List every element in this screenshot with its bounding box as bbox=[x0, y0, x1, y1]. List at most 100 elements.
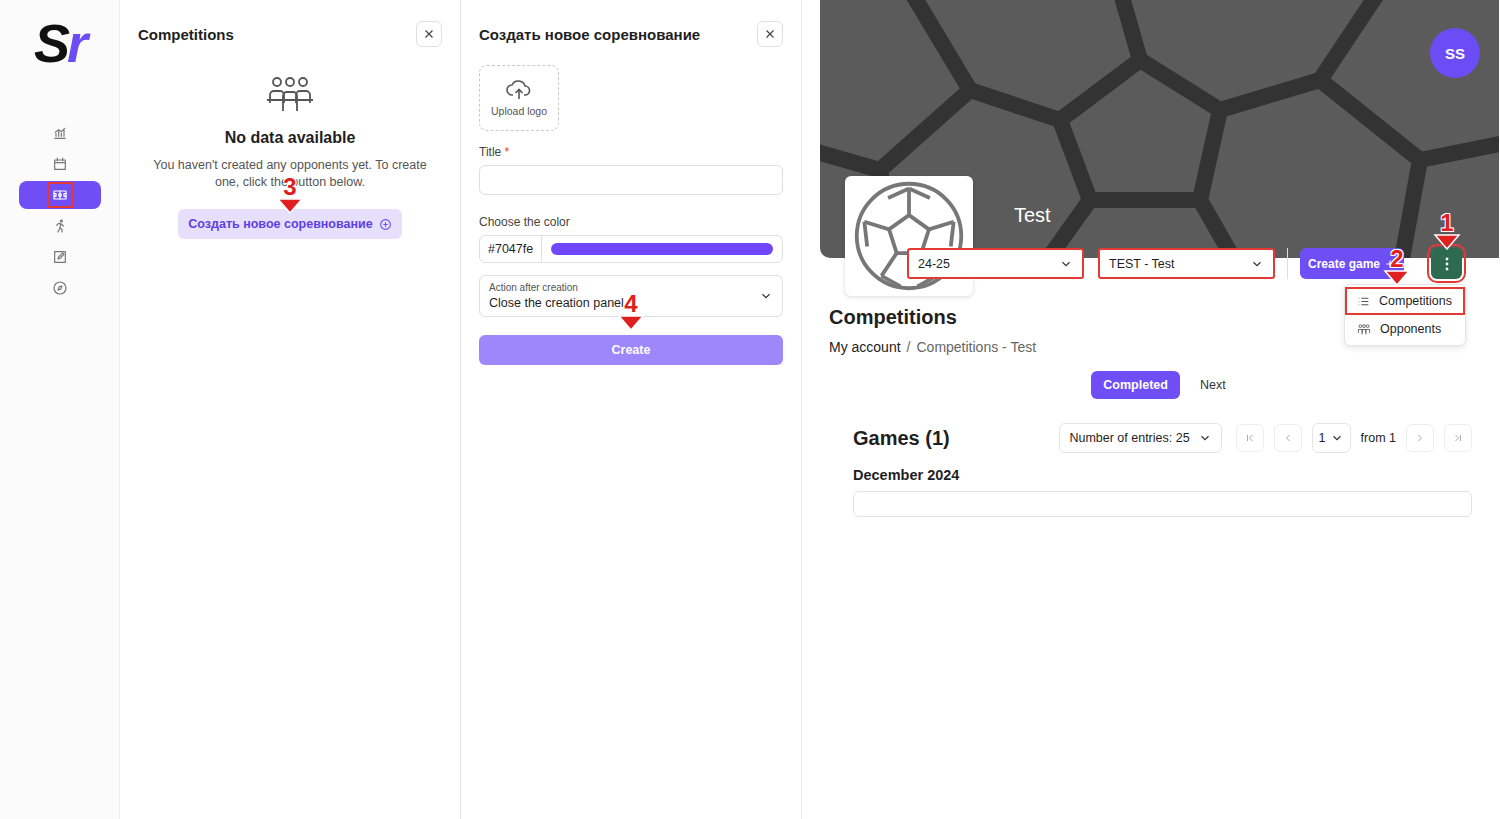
upload-logo[interactable]: Upload logo bbox=[479, 65, 559, 131]
list-icon bbox=[1357, 295, 1370, 308]
create-competition-panel: Создать новое соревнование Upload logo T… bbox=[461, 0, 802, 819]
menu-item[interactable]: Competitions bbox=[1345, 287, 1465, 315]
chevron-down-icon bbox=[1330, 431, 1344, 445]
runner-icon bbox=[52, 218, 68, 234]
entries-select[interactable]: Number of entries: 25 bbox=[1059, 423, 1221, 453]
sidebar-nav bbox=[19, 119, 101, 302]
close-button[interactable] bbox=[757, 21, 783, 47]
panel-header: Competitions bbox=[138, 21, 442, 47]
sidebar-item[interactable] bbox=[19, 243, 101, 271]
toolbar-divider bbox=[1287, 248, 1288, 279]
chevron-down-icon bbox=[1059, 257, 1073, 271]
step-number: 1 bbox=[1440, 212, 1453, 234]
calendar-icon bbox=[52, 156, 68, 172]
title-input[interactable] bbox=[479, 165, 783, 195]
field-icon bbox=[52, 187, 68, 203]
games-header: Games (1) Number of entries: 25 1 from 1 bbox=[853, 423, 1472, 453]
sidebar-icon-frame bbox=[47, 182, 73, 208]
people-icon bbox=[1357, 323, 1371, 336]
empty-state: No data available You haven't created an… bbox=[138, 75, 442, 239]
color-label: Choose the color bbox=[479, 215, 783, 229]
color-hex: #7047fe bbox=[480, 236, 542, 262]
team-name: Test bbox=[1014, 204, 1051, 227]
more-menu: Competitions Opponents bbox=[1344, 284, 1466, 346]
chevron-left-icon bbox=[1282, 432, 1294, 444]
chart-icon bbox=[52, 125, 68, 141]
sidebar-icon-frame bbox=[47, 120, 73, 146]
arrow-down-icon bbox=[617, 315, 645, 331]
user-avatar[interactable]: SS bbox=[1430, 28, 1480, 78]
create-button[interactable]: Create bbox=[479, 335, 783, 365]
close-icon bbox=[422, 27, 436, 41]
title-label: Title * bbox=[479, 145, 783, 159]
panel-title: Competitions bbox=[138, 26, 234, 43]
close-button[interactable] bbox=[416, 21, 442, 47]
header-toolbar: 24-25 TEST - Test Create game bbox=[907, 248, 1462, 279]
empty-title: No data available bbox=[225, 129, 356, 147]
action-label: Action after creation bbox=[489, 282, 624, 293]
chevron-down-icon bbox=[1198, 431, 1212, 445]
step-marker: 3 bbox=[275, 176, 305, 214]
compass-icon bbox=[52, 280, 68, 296]
upload-label: Upload logo bbox=[491, 105, 547, 117]
team-select[interactable]: TEST - Test bbox=[1098, 248, 1275, 279]
prev-page-button[interactable] bbox=[1274, 424, 1302, 452]
tab[interactable]: Next bbox=[1188, 371, 1238, 399]
panel-header: Создать новое соревнование bbox=[479, 21, 783, 47]
breadcrumb-separator: / bbox=[907, 339, 911, 355]
page-count: from 1 bbox=[1361, 431, 1396, 445]
page-select[interactable]: 1 bbox=[1312, 423, 1351, 453]
sidebar-item[interactable] bbox=[19, 274, 101, 302]
breadcrumb-item[interactable]: My account bbox=[829, 339, 901, 355]
sidebar-icon-frame bbox=[47, 244, 73, 270]
edit-icon bbox=[52, 249, 68, 265]
arrow-down-icon bbox=[276, 198, 304, 214]
season-select[interactable]: 24-25 bbox=[907, 248, 1084, 279]
action-value: Close the creation panel bbox=[489, 296, 624, 310]
sidebar-icon-frame bbox=[47, 275, 73, 301]
main-content: SS Test 24-25 TEST - Test Create game Co… bbox=[802, 0, 1500, 819]
last-page-icon bbox=[1452, 432, 1464, 444]
chevron-down-icon bbox=[1250, 257, 1264, 271]
dots-vertical-icon bbox=[1445, 257, 1449, 271]
tab[interactable]: Completed bbox=[1091, 371, 1180, 399]
pagination: Number of entries: 25 1 from 1 bbox=[1059, 423, 1472, 453]
games-title: Games (1) bbox=[853, 427, 950, 450]
sidebar-item[interactable] bbox=[19, 119, 101, 147]
games-section: Games (1) Number of entries: 25 1 from 1… bbox=[829, 423, 1500, 517]
team-header: SS Test 24-25 TEST - Test Create game Co… bbox=[820, 0, 1500, 258]
sidebar-icon-frame bbox=[47, 151, 73, 177]
sidebar-item[interactable] bbox=[19, 212, 101, 240]
last-page-button[interactable] bbox=[1444, 424, 1472, 452]
app: Sr Competitions No data available You ha… bbox=[0, 0, 1500, 819]
close-icon bbox=[763, 27, 777, 41]
logo[interactable]: Sr bbox=[34, 18, 85, 68]
month-heading: December 2024 bbox=[853, 467, 1472, 483]
arrow-down-icon bbox=[1383, 270, 1411, 286]
color-picker[interactable]: #7047fe bbox=[479, 235, 783, 263]
people-icon bbox=[265, 75, 315, 115]
chevron-right-icon bbox=[1414, 432, 1426, 444]
color-swatch bbox=[551, 243, 773, 255]
next-page-button[interactable] bbox=[1406, 424, 1434, 452]
game-row[interactable] bbox=[853, 491, 1472, 517]
more-button[interactable] bbox=[1431, 248, 1462, 279]
games-tabs: Completed Next bbox=[829, 371, 1500, 399]
first-page-icon bbox=[1244, 432, 1256, 444]
sidebar-item[interactable] bbox=[19, 181, 101, 209]
competitions-panel: Competitions No data available You haven… bbox=[120, 0, 461, 819]
step-marker: 1 bbox=[1432, 212, 1462, 250]
menu-item[interactable]: Opponents bbox=[1345, 315, 1465, 343]
arrow-down-icon bbox=[1433, 234, 1461, 250]
sidebar-item[interactable] bbox=[19, 150, 101, 178]
plus-circle-icon bbox=[379, 218, 392, 231]
step-number: 3 bbox=[283, 176, 296, 198]
panel-title: Создать новое соревнование bbox=[479, 26, 700, 43]
step-number: 4 bbox=[624, 293, 637, 315]
step-number: 2 bbox=[1390, 248, 1403, 270]
step-marker: 2 bbox=[1382, 248, 1412, 286]
chevron-down-icon bbox=[759, 289, 773, 303]
first-page-button[interactable] bbox=[1236, 424, 1264, 452]
upload-cloud-icon bbox=[506, 79, 532, 101]
sidebar-icon-frame bbox=[47, 213, 73, 239]
